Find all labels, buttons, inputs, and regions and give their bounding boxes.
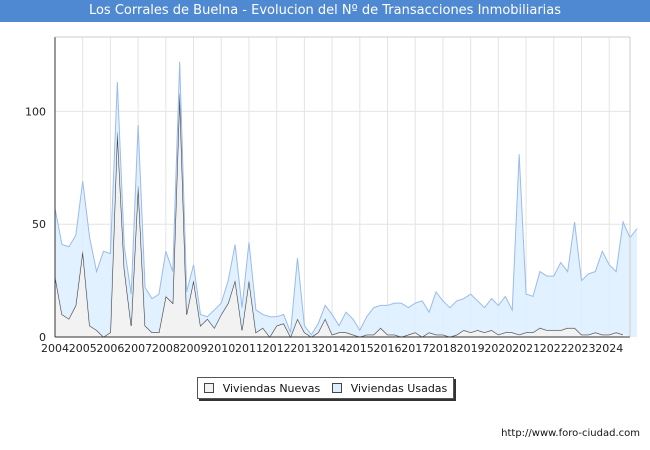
x-tick-label: 2014	[318, 342, 346, 355]
x-tick-label: 2021	[512, 342, 540, 355]
legend: Viviendas Nuevas Viviendas Usadas	[197, 377, 454, 399]
x-tick-label: 2015	[346, 342, 374, 355]
x-tick-label: 2005	[69, 342, 97, 355]
x-tick-label: 2019	[457, 342, 485, 355]
x-tick-label: 2006	[96, 342, 124, 355]
y-tick-label: 50	[32, 218, 46, 231]
legend-swatch-usadas	[331, 383, 342, 393]
x-tick-label: 2017	[401, 342, 429, 355]
x-tick-label: 2018	[429, 342, 457, 355]
legend-swatch-nuevas	[203, 383, 214, 393]
legend-label-nuevas: Viviendas Nuevas	[222, 381, 321, 395]
x-tick-label: 2024	[595, 342, 623, 355]
x-tick-label: 2023	[568, 342, 596, 355]
legend-item-nuevas: Viviendas Nuevas	[203, 381, 321, 395]
x-tick-label: 2007	[124, 342, 152, 355]
x-tick-label: 2020	[484, 342, 512, 355]
x-tick-label: 2009	[180, 342, 208, 355]
x-tick-label: 2013	[290, 342, 318, 355]
legend-label-usadas: Viviendas Usadas	[350, 381, 448, 395]
x-tick-label: 2011	[235, 342, 263, 355]
x-tick-label: 2022	[540, 342, 568, 355]
x-tick-label: 2008	[152, 342, 180, 355]
x-tick-label: 2010	[207, 342, 235, 355]
legend-item-usadas: Viviendas Usadas	[331, 381, 448, 395]
x-tick-label: 2004	[41, 342, 69, 355]
y-tick-label: 100	[25, 105, 46, 118]
source-url[interactable]: http://www.foro-ciudad.com	[501, 428, 640, 439]
x-tick-label: 2016	[374, 342, 402, 355]
x-tick-label: 2012	[263, 342, 291, 355]
